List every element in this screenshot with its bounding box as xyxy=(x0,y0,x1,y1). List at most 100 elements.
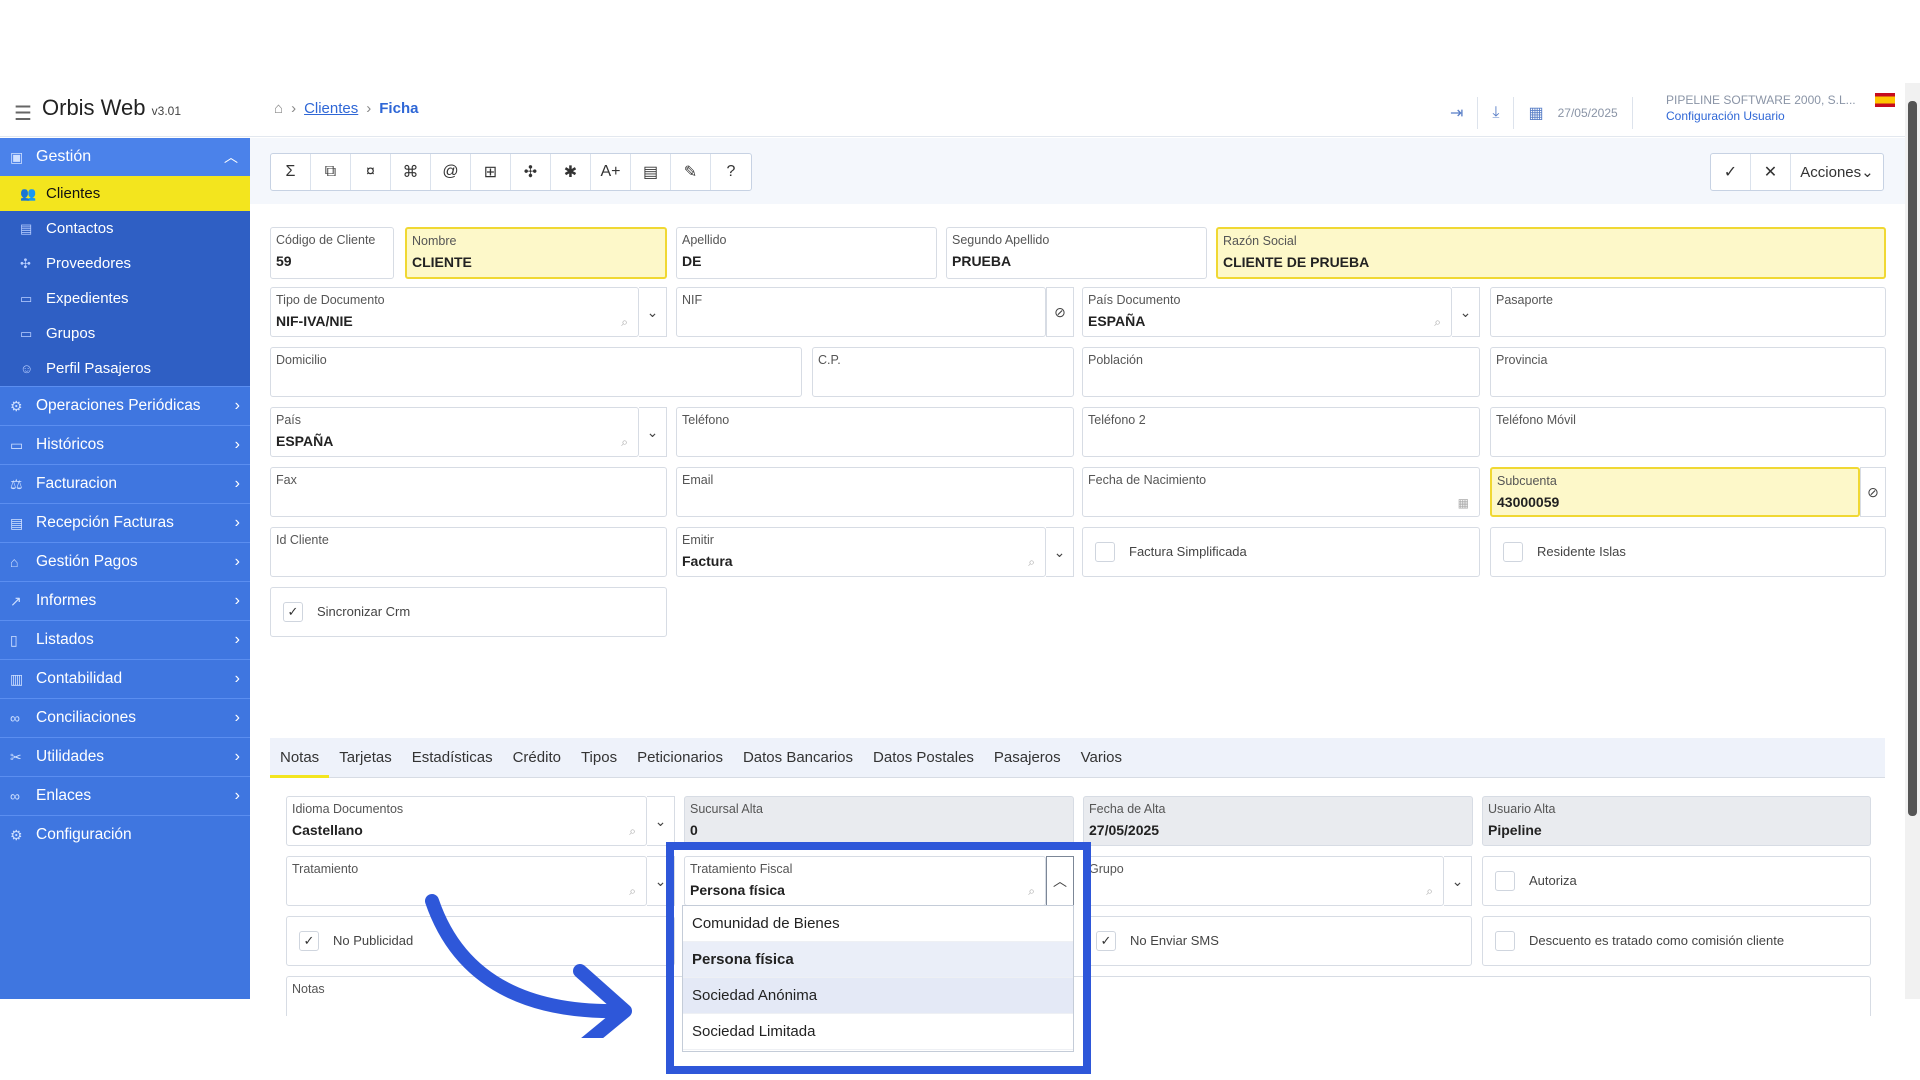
sidebar-nav-facturacion[interactable]: ⚖ Facturacion › xyxy=(0,464,250,503)
checkbox-box[interactable] xyxy=(1495,871,1515,891)
checkbox-box[interactable] xyxy=(1503,542,1523,562)
checkbox-box[interactable] xyxy=(1495,931,1515,951)
vertical-scrollbar[interactable] xyxy=(1905,83,1920,999)
segundo-apellido-field[interactable]: Segundo Apellido PRUEBA xyxy=(946,227,1207,279)
emitir-dropdown-button[interactable]: ⌄ xyxy=(1046,527,1074,577)
idioma-documentos-field[interactable]: Idioma Documentos Castellano ⌕ xyxy=(286,796,647,846)
email-field[interactable]: Email xyxy=(676,467,1074,517)
home-icon[interactable]: ⌂ xyxy=(274,100,283,117)
poblacion-field[interactable]: Población xyxy=(1082,347,1480,397)
tab-tarjetas[interactable]: Tarjetas xyxy=(329,738,402,778)
pais-field[interactable]: País ESPAÑA ⌕ xyxy=(270,407,639,457)
pasaporte-field[interactable]: Pasaporte xyxy=(1490,287,1886,337)
sidebar-item-expedientes[interactable]: ▭ Expedientes xyxy=(0,281,250,316)
sidebar-nav-utilidades[interactable]: ✂ Utilidades › xyxy=(0,737,250,776)
search-icon[interactable]: ⌕ xyxy=(1434,315,1441,330)
tab-varios[interactable]: Varios xyxy=(1071,738,1132,778)
tab-pasajeros[interactable]: Pasajeros xyxy=(984,738,1071,778)
sidebar-nav-listados[interactable]: ▯ Listados › xyxy=(0,620,250,659)
copy-records-icon[interactable]: ⧉ xyxy=(311,154,351,190)
login-icon[interactable]: ⇥ xyxy=(1450,103,1463,123)
pais-dropdown-button[interactable]: ⌄ xyxy=(639,407,667,457)
sidebar-nav-gestion-pagos[interactable]: ⌂ Gestión Pagos › xyxy=(0,542,250,581)
tab-notas[interactable]: Notas xyxy=(270,738,330,778)
domicilio-field[interactable]: Domicilio xyxy=(270,347,802,397)
nif-field[interactable]: NIF xyxy=(676,287,1046,337)
residente-islas-checkbox[interactable]: Residente Islas xyxy=(1490,527,1886,577)
confirm-check-icon[interactable]: ✓ xyxy=(1711,154,1751,190)
tab-tipos[interactable]: Tipos xyxy=(571,738,627,778)
checkbox-box[interactable] xyxy=(1095,542,1115,562)
idioma-dropdown-button[interactable]: ⌄ xyxy=(647,796,675,846)
font-dbi-icon[interactable]: A+ xyxy=(591,154,631,190)
search-icon[interactable]: ⌕ xyxy=(1426,884,1433,899)
telefono2-field[interactable]: Teléfono 2 xyxy=(1082,407,1480,457)
subcuenta-field[interactable]: Subcuenta 43000059 xyxy=(1490,467,1860,517)
money-icon[interactable]: ¤ xyxy=(351,154,391,190)
check-icon[interactable]: ✓ xyxy=(1096,931,1116,951)
tab-credito[interactable]: Crédito xyxy=(503,738,571,778)
sum-user-icon[interactable]: Σ xyxy=(271,154,311,190)
sidebar-item-perfil-pasajeros[interactable]: ☺ Perfil Pasajeros xyxy=(0,351,250,386)
sidebar-nav-operaciones-periodicas[interactable]: ⚙ Operaciones Periódicas › xyxy=(0,386,250,425)
at-sign-icon[interactable]: @ xyxy=(431,154,471,190)
sidebar-group-gestion[interactable]: ▣ Gestión ︿ xyxy=(0,138,250,176)
pais-documento-dropdown-button[interactable]: ⌄ xyxy=(1452,287,1480,337)
telefono-field[interactable]: Teléfono xyxy=(676,407,1074,457)
provincia-field[interactable]: Provincia xyxy=(1490,347,1886,397)
download-icon[interactable]: ⤓ xyxy=(1492,104,1499,122)
document-e-icon[interactable]: ▤ xyxy=(631,154,671,190)
tab-datos-bancarios[interactable]: Datos Bancarios xyxy=(733,738,863,778)
header-date[interactable]: 27/05/2025 xyxy=(1558,106,1618,120)
telefono-movil-field[interactable]: Teléfono Móvil xyxy=(1490,407,1886,457)
tipo-documento-field[interactable]: Tipo de Documento NIF-IVA/NIE ⌕ xyxy=(270,287,639,337)
sincronizar-crm-checkbox[interactable]: ✓ Sincronizar Crm xyxy=(270,587,667,637)
nombre-field[interactable]: Nombre CLIENTE xyxy=(405,227,667,279)
sidebar-item-contactos[interactable]: ▤ Contactos xyxy=(0,211,250,246)
apellido-field[interactable]: Apellido DE xyxy=(676,227,937,279)
fecha-nacimiento-field[interactable]: Fecha de Nacimiento ▦ xyxy=(1082,467,1480,517)
scrollbar-thumb[interactable] xyxy=(1908,101,1917,816)
help-icon[interactable]: ? xyxy=(711,154,751,190)
actions-menu-button[interactable]: Acciones ⌄ xyxy=(1791,154,1883,190)
no-enviar-sms-checkbox[interactable]: ✓ No Enviar SMS xyxy=(1083,916,1472,966)
close-icon[interactable]: ✕ xyxy=(1751,154,1791,190)
search-icon[interactable]: ⌕ xyxy=(1028,555,1035,570)
document-edit-icon[interactable]: ✎ xyxy=(671,154,711,190)
hierarchy-icon[interactable]: ⌘ xyxy=(391,154,431,190)
tipo-documento-dropdown-button[interactable]: ⌄ xyxy=(639,287,667,337)
nif-validate-button[interactable]: ⊘ xyxy=(1046,287,1074,337)
sidebar-nav-enlaces[interactable]: ∞ Enlaces › xyxy=(0,776,250,815)
factura-simplificada-checkbox[interactable]: Factura Simplificada xyxy=(1082,527,1480,577)
sidebar-nav-informes[interactable]: ↗ Informes › xyxy=(0,581,250,620)
spain-flag-icon[interactable] xyxy=(1875,93,1895,107)
breadcrumb-clientes-link[interactable]: Clientes xyxy=(304,100,358,117)
search-icon[interactable]: ⌕ xyxy=(629,824,636,839)
autoriza-checkbox[interactable]: Autoriza xyxy=(1482,856,1871,906)
razon-social-field[interactable]: Razón Social CLIENTE DE PRUEBA xyxy=(1216,227,1886,279)
tab-estadisticas[interactable]: Estadísticas xyxy=(402,738,503,778)
grupo-dropdown-button[interactable]: ⌄ xyxy=(1444,856,1472,906)
sidebar-nav-recepcion-facturas[interactable]: ▤ Recepción Facturas › xyxy=(0,503,250,542)
handshake-icon[interactable]: ✣ xyxy=(511,154,551,190)
codigo-cliente-field[interactable]: Código de Cliente 59 xyxy=(270,227,394,279)
emitir-field[interactable]: Emitir Factura ⌕ xyxy=(676,527,1046,577)
calendar-icon[interactable]: ▦ xyxy=(1458,496,1469,510)
id-cliente-field[interactable]: Id Cliente xyxy=(270,527,667,577)
tab-datos-postales[interactable]: Datos Postales xyxy=(863,738,984,778)
sidebar-item-clientes[interactable]: 👥 Clientes xyxy=(0,176,250,211)
search-icon[interactable]: ⌕ xyxy=(621,315,628,330)
check-icon[interactable]: ✓ xyxy=(283,602,303,622)
search-icon[interactable]: ⌕ xyxy=(621,435,628,450)
sidebar-nav-configuracion[interactable]: ⚙ Configuración xyxy=(0,815,250,854)
check-icon[interactable]: ✓ xyxy=(299,931,319,951)
descuento-comision-checkbox[interactable]: Descuento es tratado como comisión clien… xyxy=(1482,916,1871,966)
bag-r-icon[interactable]: ⊞ xyxy=(471,154,511,190)
sidebar-item-grupos[interactable]: ▭ Grupos xyxy=(0,316,250,351)
subcuenta-validate-button[interactable]: ⊘ xyxy=(1860,467,1886,517)
fax-field[interactable]: Fax xyxy=(270,467,667,517)
user-config-link[interactable]: Configuración Usuario xyxy=(1666,109,1856,123)
cp-field[interactable]: C.P. xyxy=(812,347,1074,397)
hamburger-menu-icon[interactable]: ☰ xyxy=(14,101,32,126)
sidebar-nav-historicos[interactable]: ▭ Históricos › xyxy=(0,425,250,464)
